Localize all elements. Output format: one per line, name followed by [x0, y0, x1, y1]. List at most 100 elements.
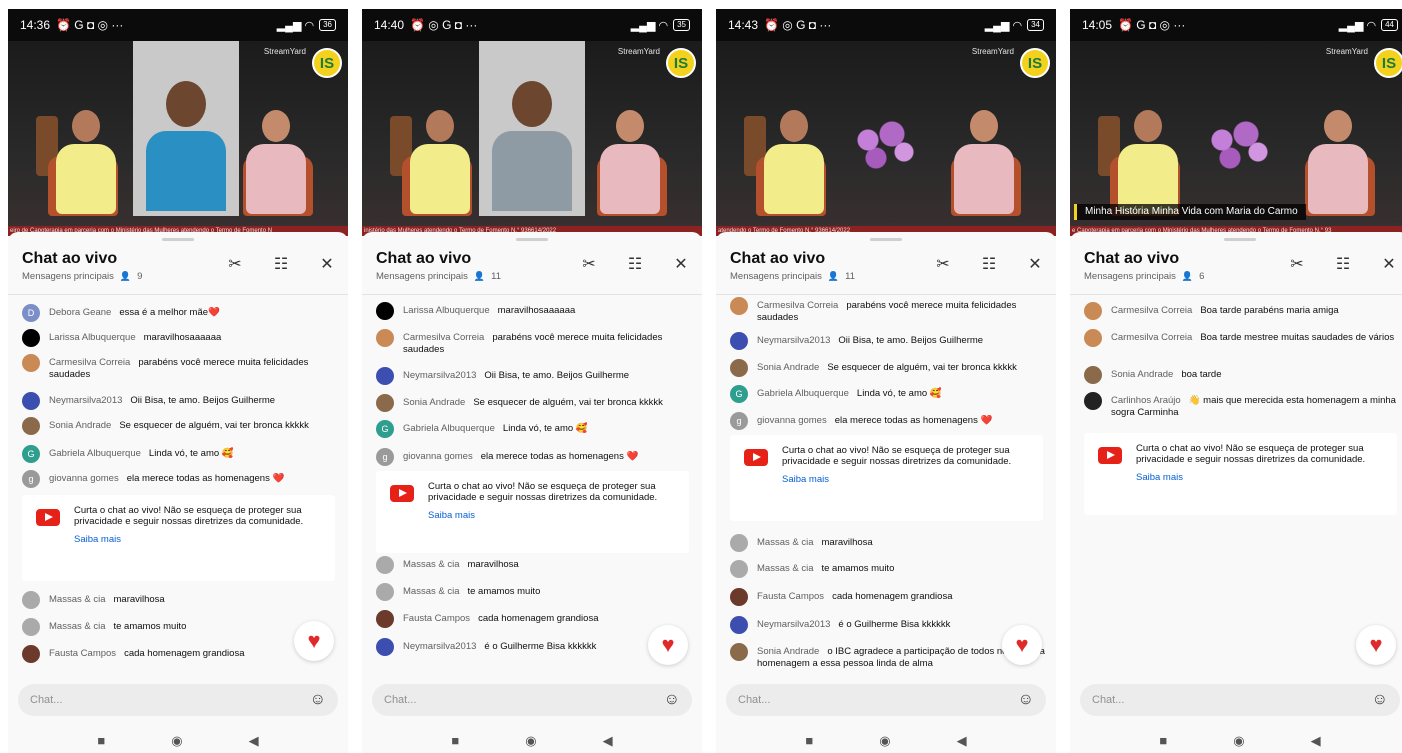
chat-subtitle[interactable]: Mensagens principais 👤 11: [376, 271, 501, 282]
message-author[interactable]: giovanna gomes: [757, 415, 827, 426]
sliders-icon[interactable]: ☷: [1334, 254, 1352, 274]
chat-input[interactable]: Chat... ☺: [1080, 684, 1400, 716]
chat-subtitle[interactable]: Mensagens principais 👤 6: [1084, 271, 1204, 282]
message-author[interactable]: Carmesilva Correia: [403, 332, 484, 343]
avatar[interactable]: [376, 610, 394, 628]
chat-messages[interactable]: Carmesilva Correia Boa tarde parabéns mar…: [1070, 295, 1402, 688]
message-author[interactable]: Neymarsilva2013: [49, 395, 122, 406]
emoji-icon[interactable]: ☺: [310, 691, 326, 709]
sliders-icon[interactable]: ☷: [272, 254, 290, 274]
learn-more-link[interactable]: Saiba mais: [74, 534, 325, 545]
sliders-icon[interactable]: ☷: [626, 254, 644, 274]
heart-icon[interactable]: ♥: [294, 621, 334, 661]
close-icon[interactable]: ✕: [318, 254, 336, 274]
message-author[interactable]: Massas & cia: [49, 594, 106, 605]
avatar[interactable]: [1084, 392, 1102, 410]
square-icon[interactable]: ■: [97, 733, 105, 748]
message-author[interactable]: Massas & cia: [403, 559, 460, 570]
message-author[interactable]: Fausta Campos: [757, 591, 824, 602]
avatar[interactable]: [22, 354, 40, 372]
scissors-icon[interactable]: ✂: [1288, 254, 1306, 274]
sliders-icon[interactable]: ☷: [980, 254, 998, 274]
back-icon[interactable]: ◀: [603, 733, 613, 749]
live-video[interactable]: StreamYard IS Minha História Minha Vida co…: [1070, 41, 1402, 236]
message-author[interactable]: Massas & cia: [403, 586, 460, 597]
square-icon[interactable]: ■: [805, 733, 813, 748]
emoji-icon[interactable]: ☺: [1018, 691, 1034, 709]
square-icon[interactable]: ■: [451, 733, 459, 748]
avatar[interactable]: [376, 583, 394, 601]
emoji-icon[interactable]: ☺: [1372, 691, 1388, 709]
drag-handle[interactable]: [1224, 238, 1256, 241]
message-author[interactable]: Massas & cia: [49, 621, 106, 632]
message-author[interactable]: Gabriela Albuquerque: [49, 448, 141, 459]
heart-icon[interactable]: ♥: [648, 625, 688, 665]
avatar[interactable]: [376, 394, 394, 412]
message-author[interactable]: Debora Geane: [49, 307, 111, 318]
avatar[interactable]: [22, 417, 40, 435]
back-icon[interactable]: ◀: [957, 733, 967, 749]
message-author[interactable]: Carmesilva Correia: [1111, 305, 1192, 316]
circle-icon[interactable]: ◉: [879, 733, 890, 749]
message-author[interactable]: Sonia Andrade: [757, 646, 819, 657]
live-video[interactable]: StreamYard IS eiro de Capoterapia em parce…: [8, 41, 348, 236]
drag-handle[interactable]: [516, 238, 548, 241]
heart-icon[interactable]: ♥: [1002, 625, 1042, 665]
drag-handle[interactable]: [870, 238, 902, 241]
avatar[interactable]: [22, 329, 40, 347]
message-author[interactable]: Carmesilva Correia: [757, 300, 838, 311]
avatar[interactable]: [22, 618, 40, 636]
avatar[interactable]: G: [730, 385, 748, 403]
message-author[interactable]: Fausta Campos: [49, 648, 116, 659]
avatar[interactable]: g: [730, 412, 748, 430]
chat-messages[interactable]: D Debora Geane essa é a melhor mãe❤️ Lariss…: [8, 295, 348, 688]
avatar[interactable]: g: [376, 448, 394, 466]
avatar[interactable]: [730, 560, 748, 578]
back-icon[interactable]: ◀: [1311, 733, 1321, 749]
avatar[interactable]: [22, 392, 40, 410]
message-author[interactable]: Sonia Andrade: [1111, 369, 1173, 380]
close-icon[interactable]: ✕: [1380, 254, 1398, 274]
message-author[interactable]: Sonia Andrade: [403, 397, 465, 408]
message-author[interactable]: Neymarsilva2013: [403, 641, 476, 652]
message-author[interactable]: Carlinhos Araújo: [1111, 395, 1181, 406]
message-author[interactable]: Neymarsilva2013: [757, 619, 830, 630]
message-author[interactable]: Massas & cia: [757, 563, 814, 574]
avatar[interactable]: [1084, 302, 1102, 320]
message-author[interactable]: Neymarsilva2013: [757, 335, 830, 346]
avatar[interactable]: [1084, 366, 1102, 384]
message-author[interactable]: Neymarsilva2013: [403, 370, 476, 381]
avatar[interactable]: [376, 367, 394, 385]
chat-input[interactable]: Chat... ☺: [372, 684, 692, 716]
learn-more-link[interactable]: Saiba mais: [782, 474, 1033, 485]
avatar[interactable]: G: [376, 420, 394, 438]
back-icon[interactable]: ◀: [249, 733, 259, 749]
avatar[interactable]: [730, 332, 748, 350]
close-icon[interactable]: ✕: [1026, 254, 1044, 274]
live-video[interactable]: StreamYard IS inistério das Mulheres atend…: [362, 41, 702, 236]
avatar[interactable]: D: [22, 304, 40, 322]
circle-icon[interactable]: ◉: [525, 733, 536, 749]
avatar[interactable]: G: [22, 445, 40, 463]
close-icon[interactable]: ✕: [672, 254, 690, 274]
circle-icon[interactable]: ◉: [171, 733, 182, 749]
chat-input[interactable]: Chat... ☺: [18, 684, 338, 716]
message-author[interactable]: Larissa Albuquerque: [49, 332, 136, 343]
chat-input[interactable]: Chat... ☺: [726, 684, 1046, 716]
scissors-icon[interactable]: ✂: [934, 254, 952, 274]
message-author[interactable]: Sonia Andrade: [49, 420, 111, 431]
avatar[interactable]: [730, 359, 748, 377]
circle-icon[interactable]: ◉: [1233, 733, 1244, 749]
avatar[interactable]: [730, 643, 748, 661]
avatar[interactable]: [730, 297, 748, 315]
live-video[interactable]: StreamYard IS atendendo o Termo de Fomento…: [716, 41, 1056, 236]
message-author[interactable]: giovanna gomes: [49, 473, 119, 484]
chat-messages[interactable]: Larissa Albuquerque maravilhosaaaaaa Carme…: [362, 295, 702, 688]
message-author[interactable]: Larissa Albuquerque: [403, 305, 490, 316]
message-author[interactable]: Massas & cia: [757, 537, 814, 548]
square-icon[interactable]: ■: [1159, 733, 1167, 748]
avatar[interactable]: [376, 556, 394, 574]
emoji-icon[interactable]: ☺: [664, 691, 680, 709]
avatar[interactable]: [730, 534, 748, 552]
learn-more-link[interactable]: Saiba mais: [428, 510, 679, 521]
